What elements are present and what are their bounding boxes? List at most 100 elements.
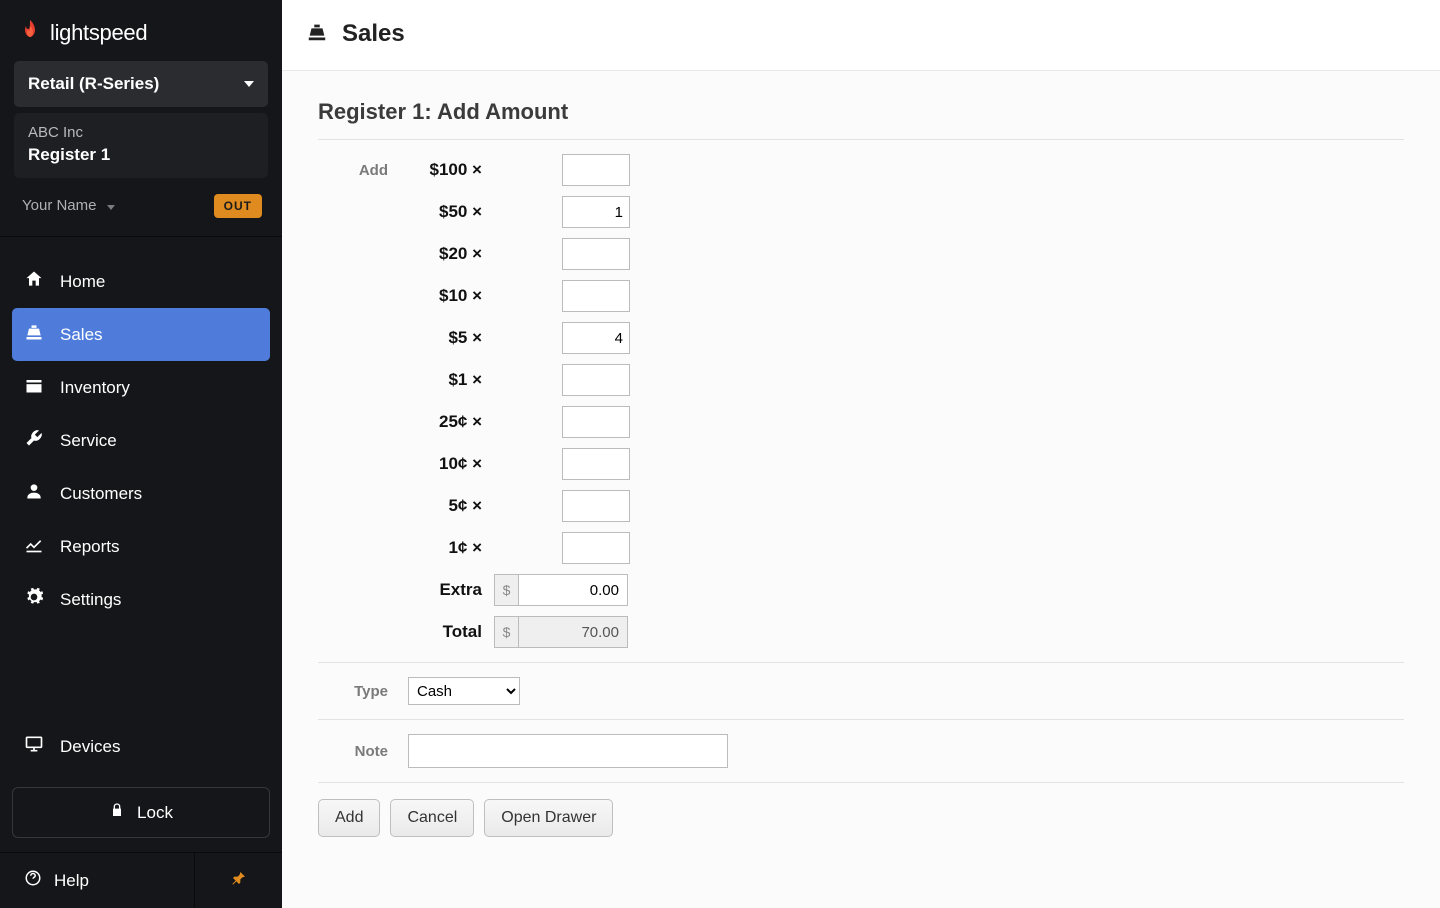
- nav-inventory[interactable]: Inventory: [12, 361, 270, 414]
- home-icon: [24, 269, 44, 294]
- nav-label: Devices: [60, 737, 120, 757]
- series-label: Retail (R-Series): [28, 74, 159, 94]
- denomination-input[interactable]: [562, 196, 630, 228]
- total-output: [518, 616, 628, 648]
- company-name: ABC Inc: [28, 124, 254, 141]
- extra-label: Extra: [408, 580, 490, 600]
- denomination-label: $10 ×: [408, 286, 490, 306]
- cancel-button[interactable]: Cancel: [390, 799, 474, 837]
- denomination-label: $20 ×: [408, 244, 490, 264]
- total-row: Total $: [318, 616, 1404, 648]
- denomination-row: Add$100 ×: [318, 154, 1404, 186]
- pin-icon: [231, 870, 247, 891]
- denomination-input[interactable]: [562, 238, 630, 270]
- add-label: Add: [318, 162, 408, 179]
- user-name: Your Name: [22, 197, 97, 214]
- help-button[interactable]: Help: [0, 869, 194, 892]
- nav-home[interactable]: Home: [12, 255, 270, 308]
- denomination-input[interactable]: [562, 490, 630, 522]
- denomination-label: $50 ×: [408, 202, 490, 222]
- nav: Home Sales Inventory Service Customers R…: [0, 237, 282, 628]
- button-row: Add Cancel Open Drawer: [318, 799, 1404, 837]
- denomination-input[interactable]: [562, 154, 630, 186]
- denomination-row: $20 ×: [318, 238, 1404, 270]
- denomination-row: 1¢ ×: [318, 532, 1404, 564]
- wrench-icon: [24, 428, 44, 453]
- denomination-label: 25¢ ×: [408, 412, 490, 432]
- type-row: Type Cash: [318, 677, 1404, 705]
- denomination-input[interactable]: [562, 364, 630, 396]
- type-select[interactable]: Cash: [408, 677, 520, 705]
- divider: [318, 139, 1404, 140]
- register-info[interactable]: ABC Inc Register 1: [14, 113, 268, 178]
- brand-logo: lightspeed: [0, 0, 282, 61]
- denomination-label: 1¢ ×: [408, 538, 490, 558]
- open-drawer-button[interactable]: Open Drawer: [484, 799, 613, 837]
- denomination-rows: Add$100 ×$50 ×$20 ×$10 ×$5 ×$1 ×25¢ ×10¢…: [318, 154, 1404, 564]
- denomination-input[interactable]: [562, 322, 630, 354]
- denomination-input[interactable]: [562, 406, 630, 438]
- flame-icon: [18, 18, 42, 47]
- sidebar: lightspeed Retail (R-Series) ABC Inc Reg…: [0, 0, 282, 908]
- note-row: Note: [318, 734, 1404, 768]
- nav-label: Service: [60, 431, 117, 451]
- add-button[interactable]: Add: [318, 799, 380, 837]
- pin-button[interactable]: [194, 853, 282, 908]
- denomination-row: 25¢ ×: [318, 406, 1404, 438]
- nav-label: Reports: [60, 537, 120, 557]
- denomination-row: $1 ×: [318, 364, 1404, 396]
- nav-service[interactable]: Service: [12, 414, 270, 467]
- nav-sales[interactable]: Sales: [12, 308, 270, 361]
- lock-button[interactable]: Lock: [12, 787, 270, 838]
- currency-symbol: $: [494, 574, 518, 606]
- register-name: Register 1: [28, 145, 254, 165]
- series-selector[interactable]: Retail (R-Series): [14, 61, 268, 107]
- nav-reports[interactable]: Reports: [12, 520, 270, 573]
- note-label: Note: [318, 743, 408, 760]
- nav-label: Sales: [60, 325, 103, 345]
- denomination-row: 5¢ ×: [318, 490, 1404, 522]
- nav-devices[interactable]: Devices: [12, 720, 270, 773]
- register-icon: [24, 322, 44, 347]
- user-icon: [24, 481, 44, 506]
- denomination-label: $1 ×: [408, 370, 490, 390]
- page-header: Sales: [282, 0, 1440, 71]
- inventory-icon: [24, 375, 44, 400]
- chart-icon: [24, 534, 44, 559]
- denomination-input[interactable]: [562, 280, 630, 312]
- currency-symbol: $: [494, 616, 518, 648]
- help-icon: [24, 869, 42, 892]
- nav-settings[interactable]: Settings: [12, 573, 270, 626]
- page-title: Sales: [342, 20, 405, 48]
- user-row: Your Name OUT: [0, 178, 282, 237]
- denomination-input[interactable]: [562, 532, 630, 564]
- brand-name: lightspeed: [50, 20, 147, 46]
- divider: [318, 662, 1404, 663]
- denomination-label: 5¢ ×: [408, 496, 490, 516]
- denomination-row: $10 ×: [318, 280, 1404, 312]
- denomination-row: $5 ×: [318, 322, 1404, 354]
- chevron-down-icon: [107, 205, 115, 210]
- main-body: Register 1: Add Amount Add$100 ×$50 ×$20…: [282, 71, 1440, 908]
- nav-label: Customers: [60, 484, 142, 504]
- chevron-down-icon: [244, 81, 254, 87]
- total-label: Total: [408, 622, 490, 642]
- nav-label: Home: [60, 272, 105, 292]
- bottom-bar: Help: [0, 852, 282, 908]
- denomination-row: $50 ×: [318, 196, 1404, 228]
- divider: [318, 719, 1404, 720]
- section-title: Register 1: Add Amount: [318, 99, 1404, 125]
- gear-icon: [24, 587, 44, 612]
- denomination-label: $100 ×: [408, 160, 490, 180]
- lock-icon: [109, 802, 125, 823]
- extra-input[interactable]: [518, 574, 628, 606]
- note-input[interactable]: [408, 734, 728, 768]
- denomination-input[interactable]: [562, 448, 630, 480]
- user-menu[interactable]: Your Name: [22, 197, 115, 215]
- nav-customers[interactable]: Customers: [12, 467, 270, 520]
- divider: [318, 782, 1404, 783]
- denomination-label: $5 ×: [408, 328, 490, 348]
- out-badge[interactable]: OUT: [214, 194, 262, 218]
- register-icon: [306, 21, 328, 48]
- nav-label: Settings: [60, 590, 121, 610]
